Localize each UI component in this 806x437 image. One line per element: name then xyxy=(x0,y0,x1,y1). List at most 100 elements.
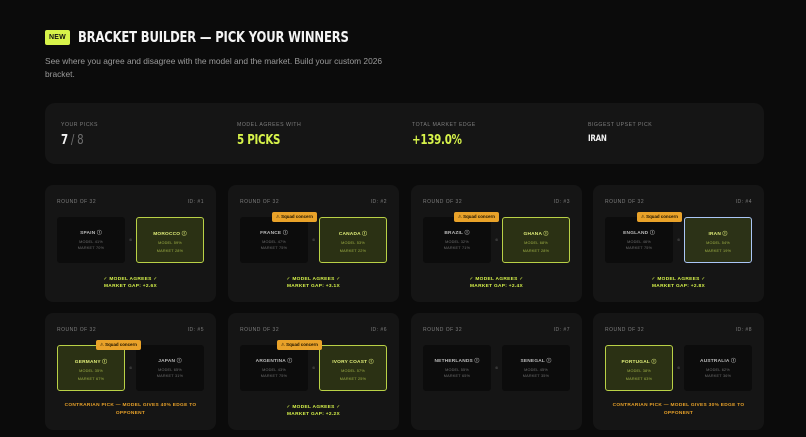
match-card: ROUND OF 32 ID: #1 SPAIN ⓘ MODEL 41% MAR… xyxy=(45,185,216,302)
round-label: ROUND OF 32 xyxy=(423,199,463,205)
squad-concern-badge: ⚠ Squad concern xyxy=(454,212,499,222)
round-label: ROUND OF 32 xyxy=(605,327,645,333)
market-prob: MARKET 65% xyxy=(443,374,471,378)
team-name: IVORY COAST ⓘ xyxy=(332,360,374,365)
warning-icon: ⚠ xyxy=(276,214,280,219)
round-label: ROUND OF 32 xyxy=(57,327,97,333)
market-prob: MARKET 19% xyxy=(704,249,732,253)
team-option[interactable]: AUSTRALIA ⓘ MODEL 62% MARKET 36% xyxy=(684,345,752,391)
stats-panel: YOUR PICKS 7 / 8 MODEL AGREES WITH 5 PIC… xyxy=(45,103,764,164)
round-label: ROUND OF 32 xyxy=(57,199,97,205)
stat-value: 7 / 8 xyxy=(61,133,94,148)
info-icon: ⓘ xyxy=(96,231,102,236)
team-name: AUSTRALIA ⓘ xyxy=(700,359,736,364)
market-gap: MARKET GAP: +3.1X xyxy=(287,284,340,289)
round-label: ROUND OF 32 xyxy=(423,327,463,333)
match-id: ID: #7 xyxy=(553,327,570,333)
model-prob: MODEL 62% xyxy=(706,368,730,372)
market-prob: MARKET 36% xyxy=(704,374,732,378)
page-subtitle: See where you agree and disagree with th… xyxy=(45,56,383,79)
contrarian-warning: CONTRARIAN PICK — MODEL GIVES 40% EDGE T… xyxy=(64,403,197,416)
model-prob: MODEL 57% xyxy=(341,369,365,373)
squad-concern-badge: ⚠ Squad concern xyxy=(272,212,317,222)
round-label: ROUND OF 32 xyxy=(240,199,280,205)
contrarian-warning: CONTRARIAN PICK — MODEL GIVES 30% EDGE T… xyxy=(612,403,745,416)
team-option-selected[interactable]: GHANA ⓘ MODEL 68% MARKET 28% xyxy=(502,217,570,263)
team-option-selected[interactable]: PORTUGAL ⓘ MODEL 38% MARKET 63% xyxy=(605,345,673,391)
team-option[interactable]: NETHERLANDS ⓘ MODEL 55% MARKET 65% xyxy=(423,345,491,391)
team-name: CANADA ⓘ xyxy=(338,232,368,237)
team-option[interactable]: SPAIN ⓘ MODEL 41% MARKET 70% xyxy=(57,217,125,263)
stat-label: BIGGEST UPSET PICK xyxy=(588,122,653,128)
warning-icon: ⚠ xyxy=(458,214,462,219)
team-option[interactable]: BRAZIL ⓘ MODEL 32% MARKET 71% xyxy=(423,217,491,263)
model-prob: MODEL 45% xyxy=(524,368,548,372)
vs-icon: ⊗ xyxy=(311,365,316,370)
info-icon: ⓘ xyxy=(543,232,549,237)
info-icon: ⓘ xyxy=(368,360,374,365)
market-prob: MARKET 75% xyxy=(260,374,288,378)
vs-icon: ⊗ xyxy=(128,237,133,242)
model-verdict: ✓ MODEL AGREES ✓ xyxy=(286,277,341,282)
match-id: ID: #5 xyxy=(187,327,204,333)
info-icon: ⓘ xyxy=(102,360,108,365)
team-option[interactable]: SENEGAL ⓘ MODEL 45% MARKET 35% xyxy=(502,345,570,391)
match-card: ROUND OF 32 ID: #5 ⚠ Squad concern GERMA… xyxy=(45,313,216,430)
team-option-selected[interactable]: CANADA ⓘ MODEL 53% MARKET 22% xyxy=(319,217,387,263)
market-prob: MARKET 67% xyxy=(77,377,105,381)
stat-value: 5 PICKS xyxy=(237,133,281,148)
model-prob: MODEL 32% xyxy=(445,240,469,244)
model-prob: MODEL 59% xyxy=(158,241,182,245)
model-prob: MODEL 43% xyxy=(262,368,286,372)
team-name: ARGENTINA ⓘ xyxy=(255,359,293,364)
team-name: GERMANY ⓘ xyxy=(74,360,108,365)
team-name: GHANA ⓘ xyxy=(523,232,549,237)
info-icon: ⓘ xyxy=(287,359,293,364)
market-prob: MARKET 25% xyxy=(339,377,367,381)
match-card: ROUND OF 32 ID: #4 ⚠ Squad concern ENGLA… xyxy=(593,185,764,302)
warning-icon: ⚠ xyxy=(100,342,104,347)
warning-icon: ⚠ xyxy=(281,342,285,347)
vs-icon: ⊗ xyxy=(676,365,681,370)
warning-icon: ⚠ xyxy=(641,214,645,219)
vs-icon: ⊗ xyxy=(311,237,316,242)
match-id: ID: #1 xyxy=(187,199,204,205)
match-card: ROUND OF 32 ID: #3 ⚠ Squad concern BRAZI… xyxy=(411,185,582,302)
team-option[interactable]: ENGLAND ⓘ MODEL 46% MARKET 75% xyxy=(605,217,673,263)
team-name: IRAN ⓘ xyxy=(708,232,728,237)
model-verdict: ✓ MODEL AGREES ✓ xyxy=(103,277,158,282)
team-name: FRANCE ⓘ xyxy=(260,231,288,236)
info-icon: ⓘ xyxy=(282,231,288,236)
squad-concern-badge: ⚠ Squad concern xyxy=(96,340,141,350)
squad-concern-badge: ⚠ Squad concern xyxy=(277,340,322,350)
match-id: ID: #4 xyxy=(735,199,752,205)
picks-separator: / xyxy=(67,133,78,148)
team-option-selected[interactable]: IVORY COAST ⓘ MODEL 57% MARKET 25% xyxy=(319,345,387,391)
info-icon: ⓘ xyxy=(649,231,655,236)
vs-icon: ⊗ xyxy=(494,365,499,370)
team-option-selected[interactable]: MOROCCO ⓘ MODEL 59% MARKET 28% xyxy=(136,217,204,263)
match-card: ROUND OF 32 ID: #8 PORTUGAL ⓘ MODEL 38% … xyxy=(593,313,764,430)
market-prob: MARKET 71% xyxy=(443,246,471,250)
vs-icon: ⊗ xyxy=(676,237,681,242)
match-id: ID: #3 xyxy=(553,199,570,205)
model-prob: MODEL 53% xyxy=(341,241,365,245)
team-option[interactable]: FRANCE ⓘ MODEL 47% MARKET 75% xyxy=(240,217,308,263)
info-icon: ⓘ xyxy=(464,231,470,236)
team-name: SPAIN ⓘ xyxy=(80,231,102,236)
market-prob: MARKET 63% xyxy=(625,377,653,381)
market-gap: MARKET GAP: +2.2X xyxy=(287,412,340,417)
team-option[interactable]: ARGENTINA ⓘ MODEL 43% MARKET 75% xyxy=(240,345,308,391)
team-name: ENGLAND ⓘ xyxy=(623,231,655,236)
team-option[interactable]: JAPAN ⓘ MODEL 65% MARKET 31% xyxy=(136,345,204,391)
team-option-selected[interactable]: GERMANY ⓘ MODEL 35% MARKET 67% xyxy=(57,345,125,391)
model-prob: MODEL 47% xyxy=(262,240,286,244)
team-option-selected[interactable]: IRAN ⓘ MODEL 54% MARKET 19% xyxy=(684,217,752,263)
model-prob: MODEL 54% xyxy=(706,241,730,245)
round-label: ROUND OF 32 xyxy=(605,199,645,205)
info-icon: ⓘ xyxy=(651,360,657,365)
model-verdict: ✓ MODEL AGREES ✓ xyxy=(651,277,706,282)
vs-icon: ⊗ xyxy=(494,237,499,242)
match-id: ID: #6 xyxy=(370,327,387,333)
title-row: NEW BRACKET BUILDER — PICK YOUR WINNERS xyxy=(45,28,393,46)
